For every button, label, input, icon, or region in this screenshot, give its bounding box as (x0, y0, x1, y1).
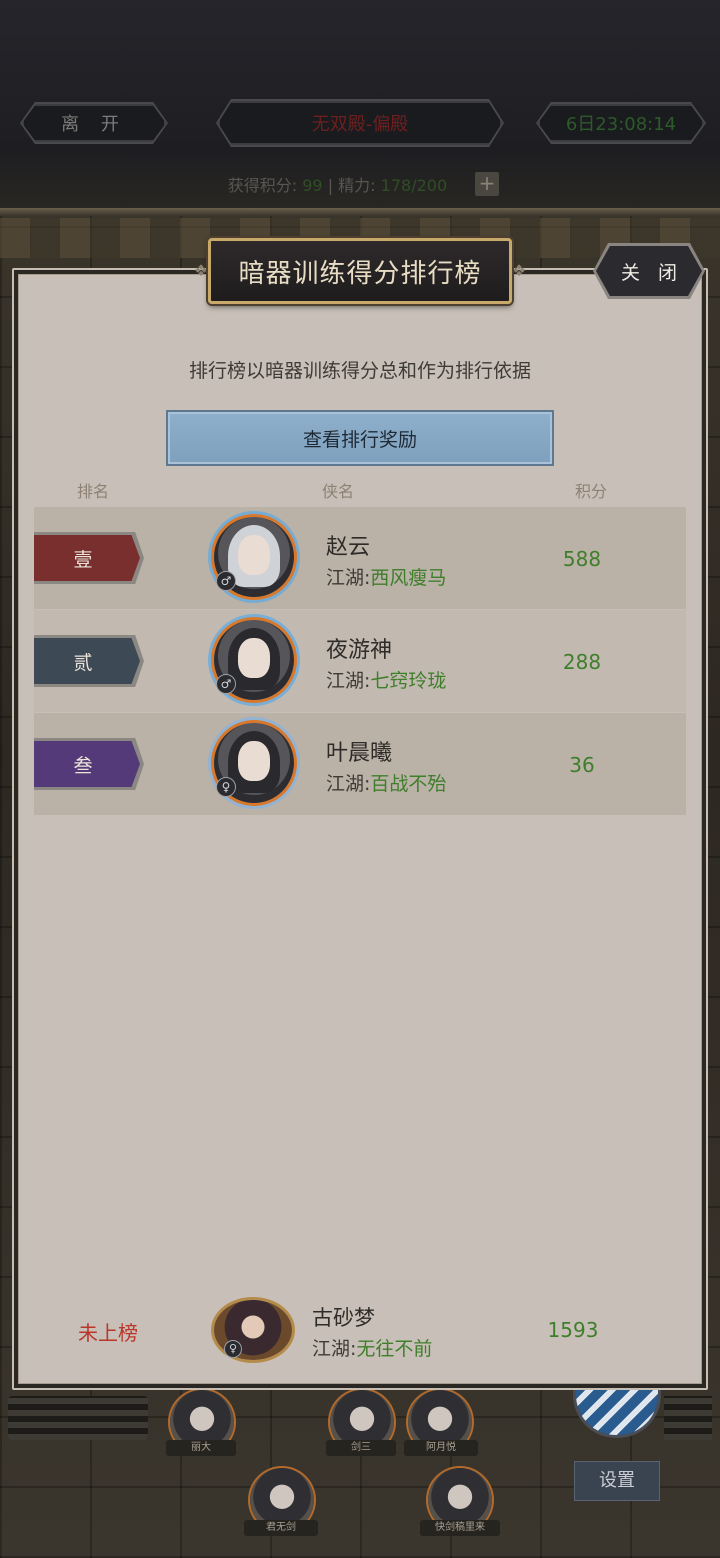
clan-prefix: 江湖: (326, 670, 371, 692)
player-score: 588 (562, 547, 602, 571)
close-button-label: 关 闭 (620, 261, 684, 284)
dialog-title: 暗器训练得分排行榜 (208, 238, 512, 304)
rank-badge: 贰 (34, 638, 140, 684)
avatar-face (238, 535, 270, 575)
player-score: 288 (562, 650, 602, 674)
clan-name: 西风瘦马 (370, 567, 447, 589)
view-rewards-label: 查看排行奖励 (302, 428, 417, 451)
avatar-face (238, 741, 270, 781)
column-header-score: 积分 (575, 482, 608, 501)
bg-character-label: 快剑稿里来 (420, 1520, 500, 1536)
leaderboard-description: 排行榜以暗器训练得分总和作为排行依据 (188, 360, 531, 382)
player-score: 36 (569, 753, 595, 777)
countdown-timer: 6日23:08:14 (538, 104, 704, 142)
score-value: 99 (302, 176, 323, 195)
bg-character-label: 君无剑 (244, 1520, 318, 1536)
player-name: 夜游神 (326, 638, 393, 663)
clan-prefix: 江湖: (326, 773, 371, 795)
column-header-name: 侠名 (322, 482, 355, 501)
score-energy-bar: 获得积分: 99 | 精力: 178/200 (0, 172, 720, 196)
player-name: 叶晨曦 (326, 741, 393, 766)
bg-character-label: 阿月悦 (404, 1440, 478, 1456)
male-icon: ♂ (216, 571, 236, 591)
rank-badge: 叁 (34, 741, 140, 787)
leaderboard-row[interactable]: 壹 ♂ 赵云 江湖:西风瘦马 588 (34, 507, 686, 609)
leaderboard-row[interactable]: 贰 ♂ 夜游神 江湖:七窍玲珑 288 (34, 610, 686, 712)
score-label: 获得积分: (227, 176, 298, 195)
leave-button[interactable]: 离 开 (22, 104, 166, 142)
dialog-title-text: 暗器训练得分排行榜 (238, 258, 482, 289)
self-name: 古砂梦 (312, 1306, 375, 1330)
close-button[interactable]: 关 闭 (596, 246, 702, 296)
column-header-rank: 排名 (77, 482, 110, 501)
hall-title: 无双殿-偏殿 (218, 101, 502, 145)
view-rewards-button[interactable]: 查看排行奖励 (166, 410, 554, 466)
clan-prefix: 江湖: (326, 567, 371, 589)
weapon-rack-left (8, 1396, 148, 1440)
player-name: 赵云 (326, 535, 371, 560)
clan-name: 无往不前 (356, 1338, 433, 1360)
hud-divider (0, 208, 720, 216)
weapon-rack-right (664, 1396, 712, 1440)
self-rank-status: 未上榜 (78, 1321, 138, 1345)
female-icon: ♀ (216, 777, 236, 797)
self-clan: 江湖:无往不前 (312, 1334, 432, 1361)
settings-button[interactable]: 设置 (574, 1461, 660, 1501)
add-energy-button[interactable]: + (475, 172, 499, 196)
female-icon: ♀ (224, 1340, 242, 1358)
avatar-face (238, 638, 270, 678)
player-clan: 江湖:七窍玲珑 (326, 666, 446, 693)
male-icon: ♂ (216, 674, 236, 694)
energy-label: | 精力: (327, 176, 376, 195)
bg-character-label: 剑三 (326, 1440, 396, 1456)
bg-character-label: 丽大 (166, 1440, 236, 1456)
clan-name: 七窍玲珑 (370, 670, 447, 692)
clan-prefix: 江湖: (312, 1338, 357, 1360)
self-score: 1593 (547, 1318, 599, 1342)
leaderboard-row[interactable]: 叁 ♀ 叶晨曦 江湖:百战不殆 36 (34, 713, 686, 815)
player-clan: 江湖:百战不殆 (326, 769, 446, 796)
player-clan: 江湖:西风瘦马 (326, 563, 446, 590)
clan-name: 百战不殆 (370, 773, 447, 795)
energy-value: 178/200 (380, 176, 448, 195)
rank-badge: 壹 (34, 535, 140, 581)
